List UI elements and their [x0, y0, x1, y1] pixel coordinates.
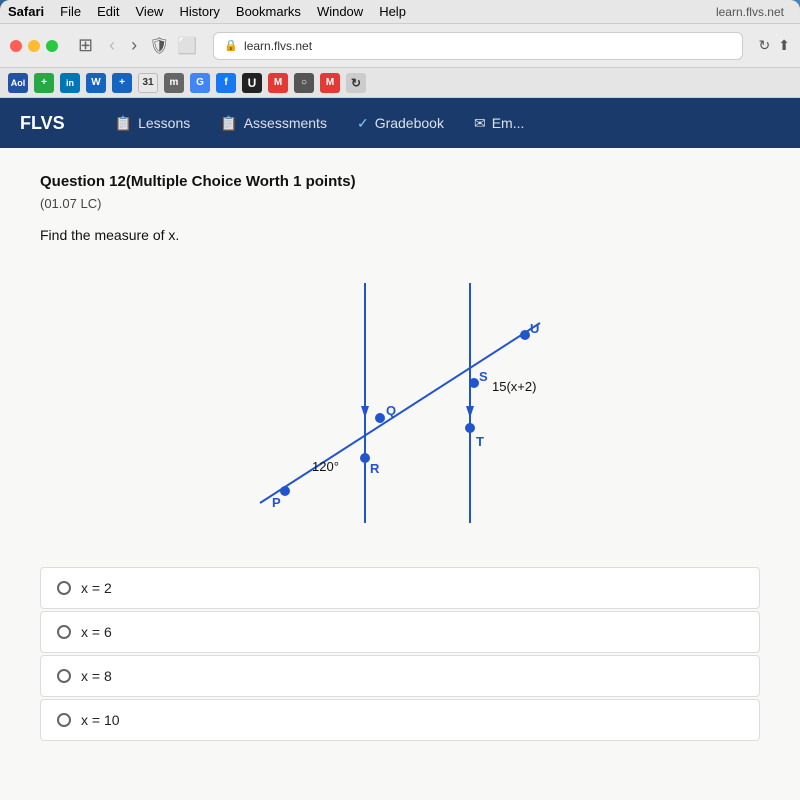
- question-prompt: Find the measure of x.: [40, 227, 760, 243]
- menu-bar: Safari File Edit View History Bookmarks …: [0, 0, 800, 24]
- ext-m-icon[interactable]: m: [164, 73, 184, 93]
- gradebook-check-icon: ✓: [357, 115, 369, 132]
- email-icon: ✉: [474, 115, 486, 132]
- ext-plus2-icon[interactable]: +: [112, 73, 132, 93]
- ext-refresh-icon[interactable]: ↻: [346, 73, 366, 93]
- gradebook-label: Gradebook: [375, 115, 444, 131]
- close-button[interactable]: [10, 40, 22, 52]
- choice-3-label: x = 8: [81, 668, 112, 684]
- svg-text:P: P: [272, 495, 281, 510]
- address-bar[interactable]: 🔒 learn.flvs.net: [213, 32, 742, 60]
- radio-4[interactable]: [57, 713, 71, 727]
- back-button[interactable]: ‹: [105, 33, 119, 58]
- menu-window[interactable]: Window: [317, 4, 363, 19]
- nav-email[interactable]: ✉ Em...: [474, 115, 524, 132]
- share-icon[interactable]: ⬆: [778, 37, 790, 54]
- toolbar: ⊞ ‹ › 🛡 ⬜ 🔒 learn.flvs.net ↻ ⬆: [0, 24, 800, 68]
- flvs-nav: FLVS 📋 Lessons 📋 Assessments ✓ Gradebook…: [0, 98, 800, 148]
- minimize-button[interactable]: [28, 40, 40, 52]
- ext-linkedin-icon[interactable]: in: [60, 73, 80, 93]
- choice-2-label: x = 6: [81, 624, 112, 640]
- choice-1[interactable]: x = 2: [40, 567, 760, 609]
- answer-choices: x = 2 x = 6 x = 8 x = 10: [40, 567, 760, 741]
- url-text: learn.flvs.net: [244, 39, 312, 53]
- assessments-label: Assessments: [244, 115, 327, 131]
- nav-assessments[interactable]: 📋 Assessments: [220, 115, 327, 132]
- ext-facebook-icon[interactable]: f: [216, 73, 236, 93]
- ext-w-icon[interactable]: W: [86, 73, 106, 93]
- menu-safari[interactable]: Safari: [8, 4, 44, 19]
- svg-text:120°: 120°: [312, 459, 339, 474]
- choice-2[interactable]: x = 6: [40, 611, 760, 653]
- svg-text:Q: Q: [386, 403, 396, 418]
- diagram-container: P Q R 120° S 15(x+2) T: [230, 263, 570, 543]
- ext-g2-icon[interactable]: M: [320, 73, 340, 93]
- nav-lessons[interactable]: 📋 Lessons: [115, 115, 191, 132]
- maximize-button[interactable]: [46, 40, 58, 52]
- menu-history[interactable]: History: [179, 4, 219, 19]
- question-number: Question 12: [40, 173, 126, 190]
- flvs-logo: FLVS: [20, 113, 65, 134]
- menu-help[interactable]: Help: [379, 4, 406, 19]
- radio-3[interactable]: [57, 669, 71, 683]
- desktop: Safari File Edit View History Bookmarks …: [0, 0, 800, 800]
- lessons-label: Lessons: [138, 115, 190, 131]
- svg-text:15(x+2): 15(x+2): [492, 379, 536, 394]
- question-header: Question 12(Multiple Choice Worth 1 poin…: [40, 173, 760, 190]
- menu-file[interactable]: File: [60, 4, 81, 19]
- svg-text:T: T: [476, 434, 484, 449]
- sidebar-toggle-button[interactable]: ⊞: [74, 33, 97, 58]
- ext-circle-icon[interactable]: ○: [294, 73, 314, 93]
- page-icon: ⬜: [177, 36, 197, 56]
- geometry-diagram: P Q R 120° S 15(x+2) T: [230, 263, 570, 543]
- ext-m2-icon[interactable]: M: [268, 73, 288, 93]
- svg-text:U: U: [530, 321, 539, 336]
- choice-4[interactable]: x = 10: [40, 699, 760, 741]
- svg-text:S: S: [479, 369, 488, 384]
- main-content: Question 12(Multiple Choice Worth 1 poin…: [0, 148, 800, 800]
- question-type: (Multiple Choice Worth 1 points): [126, 173, 356, 190]
- choice-1-label: x = 2: [81, 580, 112, 596]
- radio-2[interactable]: [57, 625, 71, 639]
- radio-1[interactable]: [57, 581, 71, 595]
- shield-icon: 🛡: [149, 36, 169, 56]
- menu-view[interactable]: View: [136, 4, 164, 19]
- lessons-icon: 📋: [115, 115, 132, 132]
- browser-window: Safari File Edit View History Bookmarks …: [0, 0, 800, 800]
- ext-plus-icon[interactable]: +: [34, 73, 54, 93]
- lock-icon: 🔒: [224, 39, 238, 52]
- ext-g-icon[interactable]: G: [190, 73, 210, 93]
- traffic-lights: [10, 40, 58, 52]
- forward-button[interactable]: ›: [127, 33, 141, 58]
- refresh-icon[interactable]: ↻: [759, 37, 771, 54]
- ext-calendar-icon[interactable]: 31: [138, 73, 158, 93]
- choice-3[interactable]: x = 8: [40, 655, 760, 697]
- svg-text:R: R: [370, 461, 380, 476]
- email-label: Em...: [492, 115, 525, 131]
- nav-gradebook[interactable]: ✓ Gradebook: [357, 115, 444, 132]
- tab-bar: Aol + in W + 31 m G f U M ○ M ↻: [0, 68, 800, 98]
- menu-url: learn.flvs.net: [716, 5, 784, 19]
- question-code: (01.07 LC): [40, 196, 760, 211]
- menu-bookmarks[interactable]: Bookmarks: [236, 4, 301, 19]
- assessments-icon: 📋: [220, 115, 237, 132]
- menu-edit[interactable]: Edit: [97, 4, 119, 19]
- choice-4-label: x = 10: [81, 712, 120, 728]
- ext-u-icon[interactable]: U: [242, 73, 262, 93]
- ext-aol-icon[interactable]: Aol: [8, 73, 28, 93]
